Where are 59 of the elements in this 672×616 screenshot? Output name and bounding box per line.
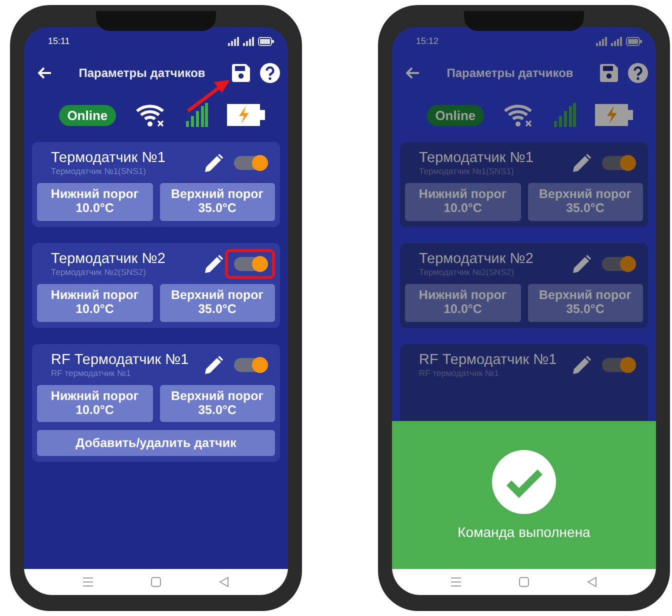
back-icon[interactable] bbox=[587, 577, 597, 587]
threshold-button[interactable]: Нижний порог 10.0°C bbox=[37, 284, 152, 322]
threshold-button[interactable]: Верхний порог 35.0°C bbox=[160, 384, 275, 422]
battery-level-icon bbox=[626, 36, 642, 46]
pencil-icon[interactable] bbox=[573, 356, 591, 374]
toggle-switch[interactable] bbox=[234, 358, 268, 372]
threshold-button[interactable]: Верхний порог 35.0°C bbox=[528, 284, 643, 322]
sensor-name: Термодатчик №2 bbox=[419, 250, 534, 267]
toggle-switch[interactable] bbox=[602, 156, 636, 170]
sensor-id: RF термодатчик №1 bbox=[51, 368, 132, 378]
toast-message: Команда выполнена bbox=[458, 524, 590, 540]
sensor-name: Термодатчик №1 bbox=[51, 150, 166, 166]
pencil-icon[interactable] bbox=[573, 154, 591, 172]
back-arrow-icon[interactable] bbox=[38, 67, 52, 79]
clock-time: 15:12 bbox=[416, 36, 439, 46]
menu-icon[interactable] bbox=[83, 577, 93, 587]
threshold-button[interactable]: Нижний порог 10.0°C bbox=[405, 284, 520, 322]
battery-charging-icon bbox=[226, 104, 265, 126]
sensor-id: Термодатчик №1(SNS1) bbox=[51, 166, 147, 176]
home-icon[interactable] bbox=[519, 577, 529, 587]
signal-icon bbox=[596, 36, 622, 46]
threshold-button[interactable]: Нижний порог 10.0°C bbox=[37, 183, 152, 221]
signal-icon bbox=[228, 36, 254, 46]
sensor-name: RF Термодатчик №1 bbox=[51, 352, 190, 368]
clock-time: 15:11 bbox=[48, 36, 70, 46]
menu-icon[interactable] bbox=[451, 577, 461, 587]
threshold-button[interactable]: Нижний порог 10.0°C bbox=[37, 384, 152, 422]
save-icon[interactable] bbox=[600, 64, 618, 82]
pencil-icon[interactable] bbox=[205, 356, 223, 374]
battery-level-icon bbox=[258, 36, 274, 46]
home-icon[interactable] bbox=[151, 577, 161, 587]
toggle-switch[interactable] bbox=[234, 156, 268, 170]
sensor-name: RF Термодатчик №1 bbox=[419, 352, 558, 368]
back-icon[interactable] bbox=[219, 577, 229, 587]
sensor-id: Термодатчик №2(SNS2) bbox=[51, 266, 147, 277]
threshold-button[interactable]: Нижний порог 10.0°C bbox=[405, 183, 520, 221]
help-icon[interactable] bbox=[260, 63, 280, 83]
threshold-button[interactable]: Верхний порог 35.0°C bbox=[160, 183, 275, 221]
toggle-switch[interactable] bbox=[602, 358, 636, 372]
toggle-switch[interactable] bbox=[602, 256, 636, 271]
sensor-name: Термодатчик №2 bbox=[51, 250, 166, 267]
online-badge: Online bbox=[59, 104, 116, 126]
pencil-icon[interactable] bbox=[205, 154, 223, 172]
online-badge: Online bbox=[427, 104, 484, 126]
battery-charging-icon bbox=[594, 104, 633, 126]
screen-title: Параметры датчиков bbox=[78, 66, 206, 80]
cell-signal-icon bbox=[554, 103, 576, 127]
pencil-icon[interactable] bbox=[573, 254, 591, 273]
sensor-name: Термодатчик №1 bbox=[419, 150, 534, 166]
threshold-button[interactable]: Верхний порог 35.0°C bbox=[160, 284, 275, 322]
add-remove-sensor-button[interactable]: Добавить/удалить датчик bbox=[37, 430, 275, 456]
save-icon[interactable] bbox=[232, 64, 250, 82]
cell-signal-icon bbox=[186, 103, 208, 127]
threshold-button[interactable]: Верхний порог 35.0°C bbox=[528, 183, 643, 221]
checkmark-icon bbox=[492, 450, 556, 514]
pencil-icon[interactable] bbox=[205, 254, 223, 273]
help-icon[interactable] bbox=[628, 63, 648, 83]
toggle-switch[interactable] bbox=[234, 256, 268, 271]
screen-title: Параметры датчиков bbox=[446, 66, 574, 80]
